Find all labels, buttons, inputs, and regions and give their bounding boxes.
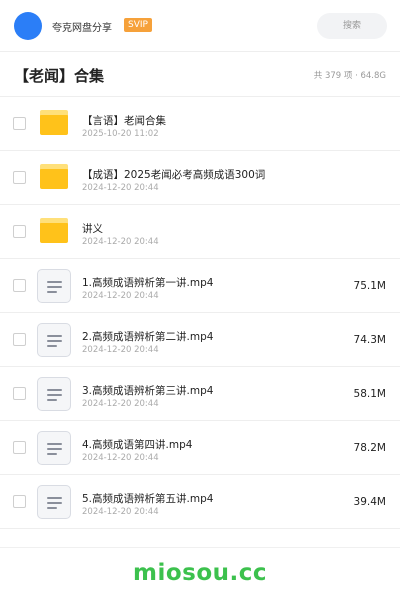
- file-size: 78.2M: [353, 442, 386, 454]
- file-row[interactable]: 2.高频成语辨析第二讲.mp4 2024-12-20 20:44 74.3M: [0, 313, 400, 367]
- file-date: 2024-12-20 20:44: [82, 345, 159, 355]
- file-date: 2024-12-20 20:44: [82, 399, 159, 409]
- select-checkbox[interactable]: [13, 225, 26, 238]
- file-name: 讲义: [82, 223, 103, 235]
- file-name: 5.高频成语辨析第五讲.mp4: [82, 493, 214, 505]
- avatar[interactable]: [14, 12, 42, 40]
- file-row[interactable]: 5.高频成语辨析第五讲.mp4 2024-12-20 20:44 39.4M: [0, 475, 400, 529]
- video-file-icon: [37, 377, 71, 411]
- file-name: 【成语】2025老闻必考高频成语300词: [82, 169, 266, 181]
- sharer-name: 夸克网盘分享: [52, 23, 112, 34]
- file-date: 2024-12-20 20:44: [82, 183, 159, 193]
- file-row[interactable]: 【成语】2025老闻必考高频成语300词 2024-12-20 20:44: [0, 151, 400, 205]
- file-date: 2024-12-20 20:44: [82, 237, 159, 247]
- file-date: 2025-10-20 11:02: [82, 129, 159, 139]
- select-checkbox[interactable]: [13, 387, 26, 400]
- file-count-summary: 共 379 项 · 64.8G: [313, 71, 386, 81]
- search-button[interactable]: 搜索: [317, 13, 387, 39]
- svip-badge: SVIP: [124, 18, 152, 32]
- file-date: 2024-12-20 20:44: [82, 291, 159, 301]
- file-size: 58.1M: [353, 388, 386, 400]
- select-checkbox[interactable]: [13, 333, 26, 346]
- select-checkbox[interactable]: [13, 171, 26, 184]
- file-list: 【言语】老闻合集 2025-10-20 11:02 【成语】2025老闻必考高频…: [0, 97, 400, 529]
- footer-divider: [0, 547, 400, 548]
- video-file-icon: [37, 269, 71, 303]
- folder-icon: [40, 218, 68, 243]
- file-name: 【言语】老闻合集: [82, 115, 166, 127]
- file-row[interactable]: 3.高频成语辨析第三讲.mp4 2024-12-20 20:44 58.1M: [0, 367, 400, 421]
- file-size: 75.1M: [353, 280, 386, 292]
- select-checkbox[interactable]: [13, 279, 26, 292]
- file-name: 2.高频成语辨析第二讲.mp4: [82, 331, 214, 343]
- file-name: 4.高频成语第四讲.mp4: [82, 439, 193, 451]
- file-size: 74.3M: [353, 334, 386, 346]
- folder-title-bar: 【老闻】合集 共 379 项 · 64.8G: [0, 52, 400, 97]
- folder-icon: [40, 164, 68, 189]
- select-checkbox[interactable]: [13, 441, 26, 454]
- video-file-icon: [37, 323, 71, 357]
- file-size: 39.4M: [353, 496, 386, 508]
- video-file-icon: [37, 431, 71, 465]
- file-date: 2024-12-20 20:44: [82, 507, 159, 517]
- header-bar: 夸克网盘分享 SVIP 搜索: [0, 0, 400, 52]
- page-title: 【老闻】合集: [14, 67, 105, 85]
- file-row[interactable]: 4.高频成语第四讲.mp4 2024-12-20 20:44 78.2M: [0, 421, 400, 475]
- site-watermark: miosou.cc: [132, 560, 268, 586]
- file-name: 3.高频成语辨析第三讲.mp4: [82, 385, 214, 397]
- select-checkbox[interactable]: [13, 495, 26, 508]
- file-row[interactable]: 讲义 2024-12-20 20:44: [0, 205, 400, 259]
- select-checkbox[interactable]: [13, 117, 26, 130]
- video-file-icon: [37, 485, 71, 519]
- file-row[interactable]: 【言语】老闻合集 2025-10-20 11:02: [0, 97, 400, 151]
- file-row[interactable]: 1.高频成语辨析第一讲.mp4 2024-12-20 20:44 75.1M: [0, 259, 400, 313]
- file-date: 2024-12-20 20:44: [82, 453, 159, 463]
- file-name: 1.高频成语辨析第一讲.mp4: [82, 277, 214, 289]
- folder-icon: [40, 110, 68, 135]
